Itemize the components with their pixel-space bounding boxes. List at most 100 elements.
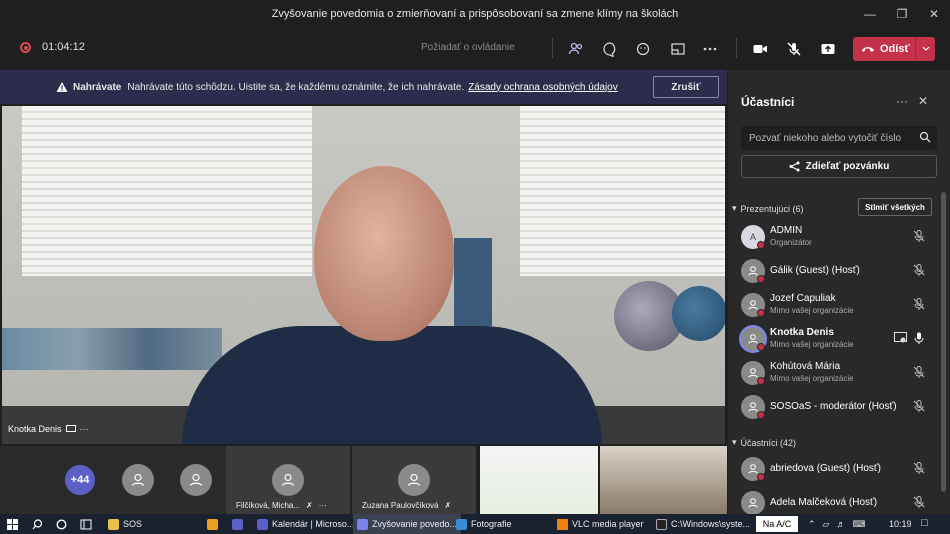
taskbar-app[interactable]: Kalendár | Microso...: [253, 514, 358, 534]
mic-muted-icon[interactable]: [912, 461, 926, 475]
participant-row[interactable]: Adela Malčeková (Hosť): [728, 486, 942, 514]
mic-muted-icon[interactable]: [784, 39, 804, 59]
dismiss-recording-button[interactable]: Zrušiť: [653, 76, 719, 98]
participant-row[interactable]: A ADMIN Organizátor: [728, 220, 942, 254]
maximize-icon[interactable]: ❐: [886, 0, 918, 28]
close-window-icon[interactable]: ✕: [918, 0, 950, 28]
participant-row[interactable]: abriedova (Guest) (Hosť): [728, 452, 942, 486]
taskbar-app[interactable]: C:\Windows\syste...: [652, 514, 754, 534]
meeting-toolbar: 01:04:12 Požiadať o ovládanie Odísť: [0, 28, 950, 68]
taskbar-app-label: Zvyšovanie povedo...: [372, 519, 458, 529]
mic-icon[interactable]: [912, 331, 926, 345]
reactions-icon[interactable]: [634, 39, 654, 59]
teams-icon: [357, 518, 368, 530]
status-badge: [757, 241, 765, 249]
strip-avatar[interactable]: [122, 446, 154, 514]
mic-muted-icon[interactable]: [912, 399, 926, 413]
panel-more-icon[interactable]: ···: [896, 94, 908, 108]
clock[interactable]: 10:19: [889, 519, 912, 529]
speaker-body: [182, 326, 602, 444]
meeting-timer: 01:04:12: [42, 41, 85, 53]
keyboard-layout-indicator[interactable]: Na A/C: [756, 516, 798, 532]
shared-content-tile[interactable]: [480, 446, 598, 514]
search-icon[interactable]: [32, 519, 43, 530]
taskbar-app-active[interactable]: Zvyšovanie povedo...: [353, 514, 462, 534]
participant-tile[interactable]: Filčíková, Micha... ✗ ···: [226, 446, 350, 514]
overflow-participants[interactable]: +44: [64, 446, 96, 514]
participants-panel: Účastníci ··· ✕ Pozvať niekoho alebo vyt…: [728, 70, 950, 514]
leave-options-chevron-icon[interactable]: [915, 37, 935, 61]
request-control-button[interactable]: Požiadať o ovládanie: [421, 42, 515, 53]
strip-avatar[interactable]: [180, 446, 212, 514]
store-icon[interactable]: [207, 519, 218, 530]
participant-row[interactable]: SOSOaS - moderátor (Hosť): [728, 390, 942, 424]
share-invite-label: Zdieľať pozvánku: [805, 161, 890, 172]
window-blind-right: [520, 106, 725, 276]
participant-name: abriedova (Guest) (Hosť): [770, 463, 882, 474]
camera-icon[interactable]: [750, 39, 770, 59]
video-tile[interactable]: [600, 446, 727, 514]
console-icon: [656, 518, 667, 530]
notifications-icon[interactable]: □: [921, 517, 928, 529]
cortana-icon[interactable]: [56, 519, 67, 530]
panel-scrollbar[interactable]: [941, 192, 946, 492]
taskbar-app-label: C:\Windows\syste...: [671, 519, 751, 529]
recording-banner-text: Nahrávate túto schôdzu. Uistite sa, že k…: [127, 81, 465, 93]
language-icon[interactable]: ⌨: [852, 519, 865, 530]
rooms-icon[interactable]: [668, 39, 688, 59]
mic-muted-icon[interactable]: [912, 297, 926, 311]
privacy-policy-link[interactable]: Zásady ochrana osobných údajov: [468, 82, 618, 93]
invite-input[interactable]: Pozvať niekoho alebo vytočiť číslo: [741, 126, 937, 150]
participant-row[interactable]: Gálik (Guest) (Hosť): [728, 254, 942, 288]
person-icon: [272, 464, 304, 496]
minimize-icon[interactable]: —: [854, 0, 886, 28]
more-actions-icon[interactable]: [700, 39, 720, 59]
volume-icon[interactable]: ♬: [836, 519, 845, 529]
participant-name: Adela Malčeková (Hosť): [770, 497, 878, 508]
taskbar-app[interactable]: Fotografie: [452, 514, 516, 534]
participant-name: ADMIN: [770, 225, 803, 236]
participant-row[interactable]: Knotka Denis Mimo vašej organizácie: [728, 322, 942, 356]
overflow-count[interactable]: +44: [65, 465, 95, 495]
participant-row[interactable]: Jozef Capuliak Mimo vašej organizácie: [728, 288, 942, 322]
status-badge: [757, 275, 765, 283]
share-invite-button[interactable]: Zdieľať pozvánku: [741, 155, 937, 178]
tile-more-icon[interactable]: ···: [319, 501, 327, 510]
windows-start-icon[interactable]: [7, 519, 18, 530]
network-icon[interactable]: ▱: [823, 519, 830, 530]
screen-share-icon: [65, 425, 76, 432]
participant-strip: +44 Filčíková, Micha... ✗ ··· Zuzana Pau…: [0, 446, 727, 514]
taskbar-app[interactable]: VLC media player: [553, 514, 648, 534]
status-badge: [757, 309, 765, 317]
chat-icon[interactable]: [600, 39, 620, 59]
search-icon: [919, 131, 931, 143]
participant-role: Mimo vašej organizácie: [770, 374, 854, 383]
teams-icon[interactable]: [232, 519, 243, 530]
mute-all-button[interactable]: Stlmiť všetkých: [858, 198, 932, 216]
photos-icon: [456, 518, 467, 530]
mic-muted-icon: ✗: [306, 501, 313, 510]
leave-button[interactable]: Odísť: [853, 37, 935, 61]
attendees-section-header[interactable]: ▾ Účastníci (42): [732, 437, 796, 448]
mic-muted-icon[interactable]: [912, 263, 926, 277]
tray-chevron-up-icon[interactable]: ⌃: [808, 519, 816, 530]
participant-tile[interactable]: Zuzana Paulovčíková ✗: [352, 446, 476, 514]
mic-muted-icon[interactable]: [912, 229, 926, 243]
participant-name: Kohútová Mária: [770, 361, 841, 372]
share-screen-icon[interactable]: [818, 39, 838, 59]
status-badge: [757, 343, 765, 351]
participant-row[interactable]: Kohútová Mária Mimo vašej organizácie: [728, 356, 942, 390]
task-view-icon[interactable]: [80, 519, 92, 530]
mic-muted-icon[interactable]: [912, 365, 926, 379]
speaker-name: Knotka Denis: [8, 424, 62, 434]
participant-name: Knotka Denis: [770, 327, 834, 338]
presenters-section-header[interactable]: ▾ Prezentujúci (6): [732, 203, 804, 214]
tile-name: Filčíková, Micha...: [236, 501, 301, 510]
panel-close-icon[interactable]: ✕: [918, 94, 928, 108]
mic-muted-icon[interactable]: [912, 495, 926, 509]
taskbar-app[interactable]: SOS: [104, 514, 146, 534]
recording-banner-title: Nahrávate: [73, 81, 122, 93]
screen-share-icon: [894, 332, 907, 343]
participants-icon[interactable]: [566, 39, 586, 59]
speaker-more-icon[interactable]: ···: [80, 424, 89, 434]
